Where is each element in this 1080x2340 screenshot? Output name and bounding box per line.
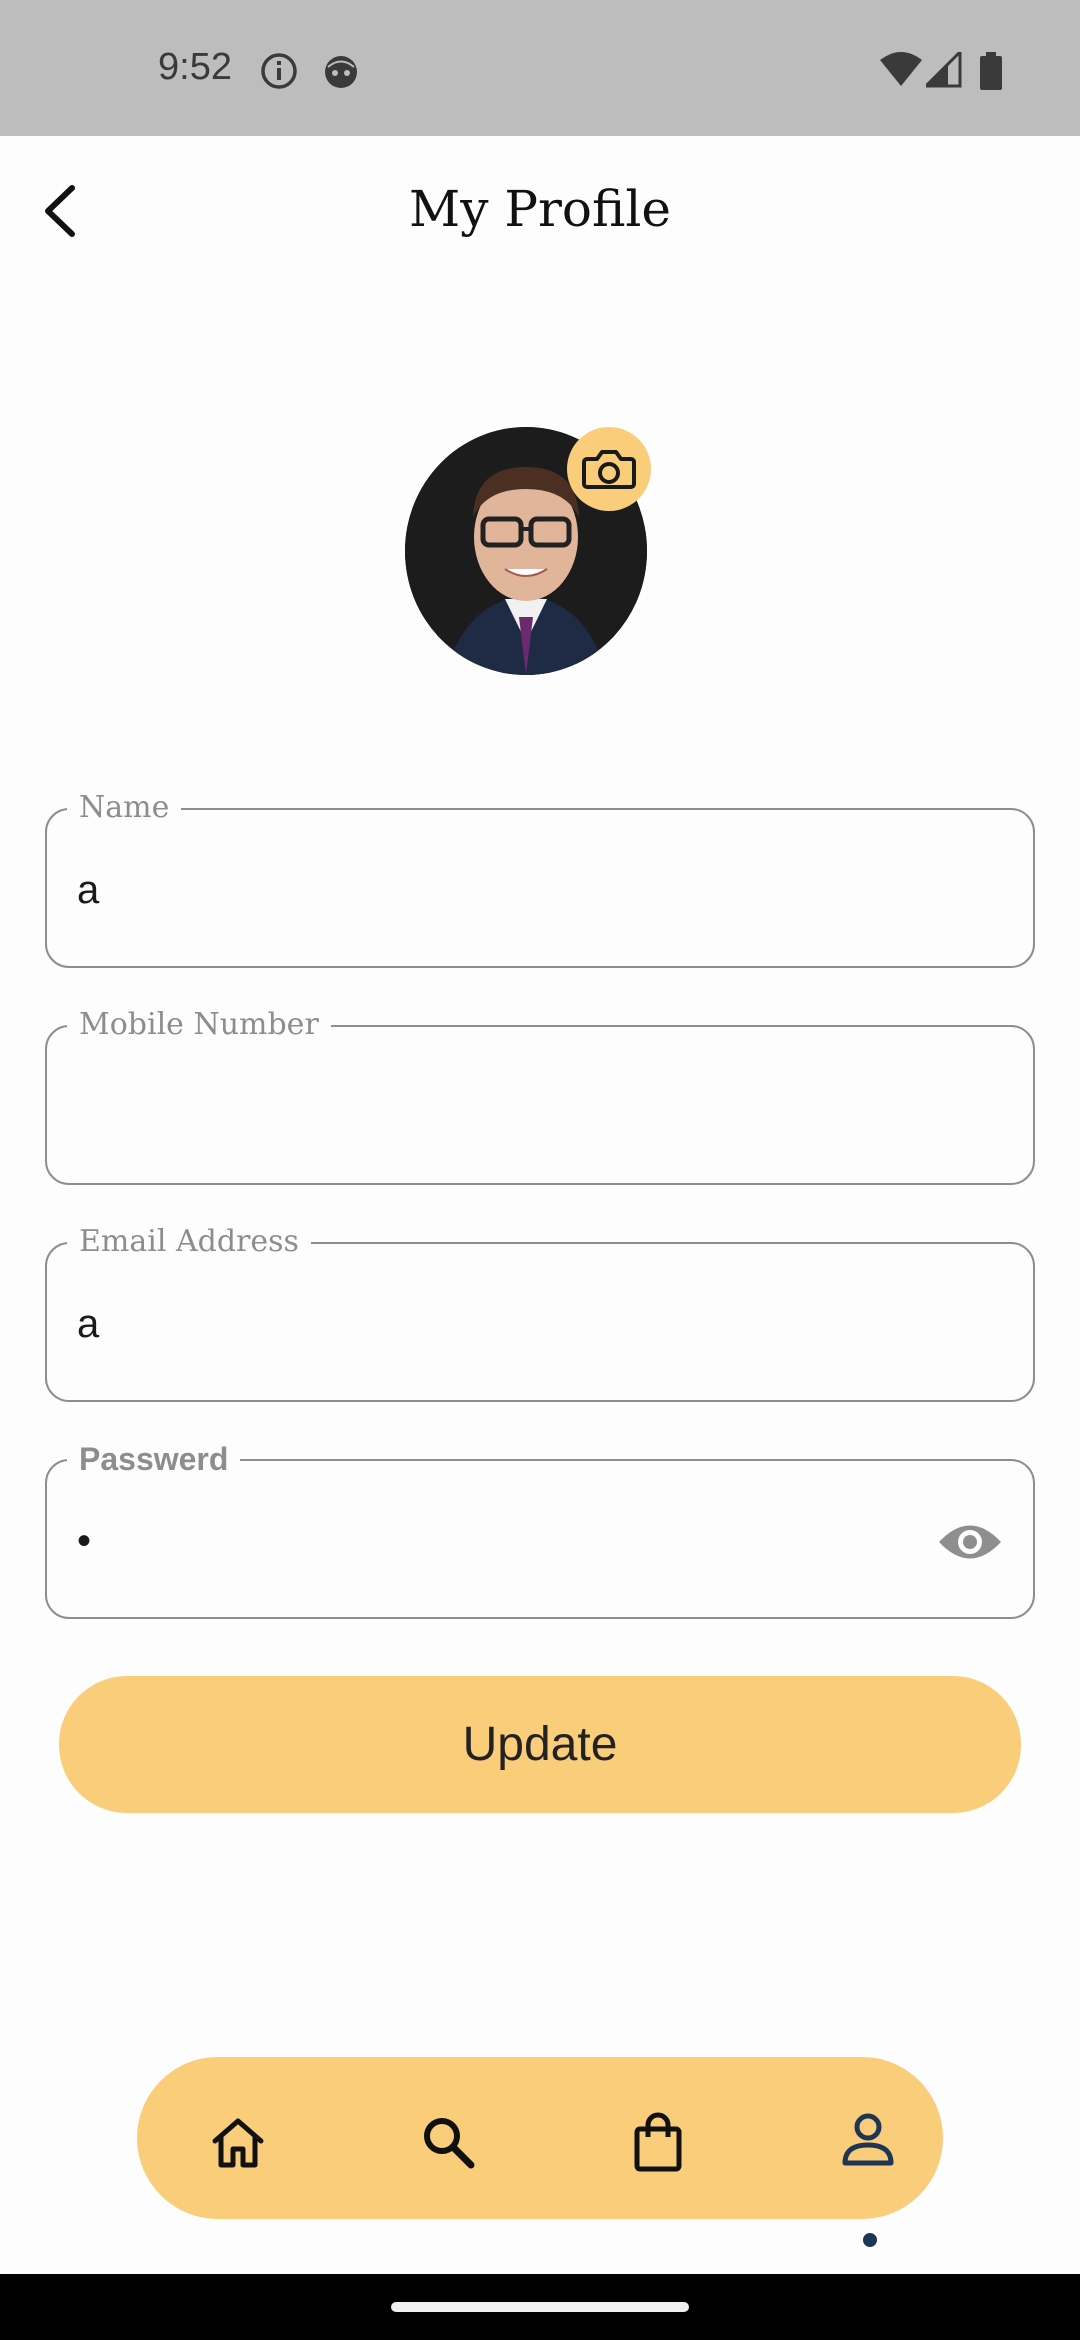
status-bar: 9:52 [0, 0, 1080, 136]
page-title: My Profile [409, 180, 671, 238]
mobile-number-field: Mobile Number [45, 1005, 1035, 1185]
eye-icon [939, 1525, 1001, 1559]
nav-search[interactable] [413, 2107, 483, 2177]
bag-icon [634, 2112, 682, 2172]
home-icon [212, 2118, 264, 2168]
search-icon [424, 2118, 475, 2169]
change-photo-button[interactable] [567, 427, 651, 511]
home-gesture-handle[interactable] [391, 2302, 689, 2312]
password-field: Passwerd [45, 1439, 1035, 1619]
system-gesture-bar [0, 2274, 1080, 2340]
battery-icon [980, 52, 1002, 90]
password-input[interactable] [77, 1501, 857, 1581]
email-field: Email Address [45, 1222, 1035, 1402]
bottom-nav [137, 2057, 943, 2247]
signal-icon [926, 52, 962, 88]
camera-icon [582, 450, 636, 489]
name-field: Name [45, 788, 1035, 968]
name-input[interactable] [77, 850, 957, 930]
nav-home[interactable] [203, 2107, 273, 2177]
active-indicator [863, 2233, 877, 2247]
email-label: Email Address [67, 1222, 311, 1262]
info-icon [261, 53, 297, 89]
update-button[interactable]: Update [59, 1676, 1021, 1813]
wifi-icon [880, 52, 922, 86]
email-input[interactable] [77, 1284, 957, 1364]
profile-photo-section [405, 427, 651, 675]
name-label: Name [67, 788, 182, 828]
mobile-number-input[interactable] [77, 1067, 957, 1147]
profile-icon [842, 2113, 894, 2166]
face-icon [325, 56, 357, 88]
nav-profile[interactable] [833, 2107, 903, 2247]
nav-cart[interactable] [623, 2107, 693, 2177]
mobile-number-label: Mobile Number [67, 1005, 331, 1045]
app-bar: My Profile [0, 136, 1080, 286]
toggle-password-visibility-button[interactable] [937, 1517, 1003, 1567]
password-label: Passwerd [67, 1439, 241, 1479]
status-time: 9:52 [158, 46, 232, 88]
